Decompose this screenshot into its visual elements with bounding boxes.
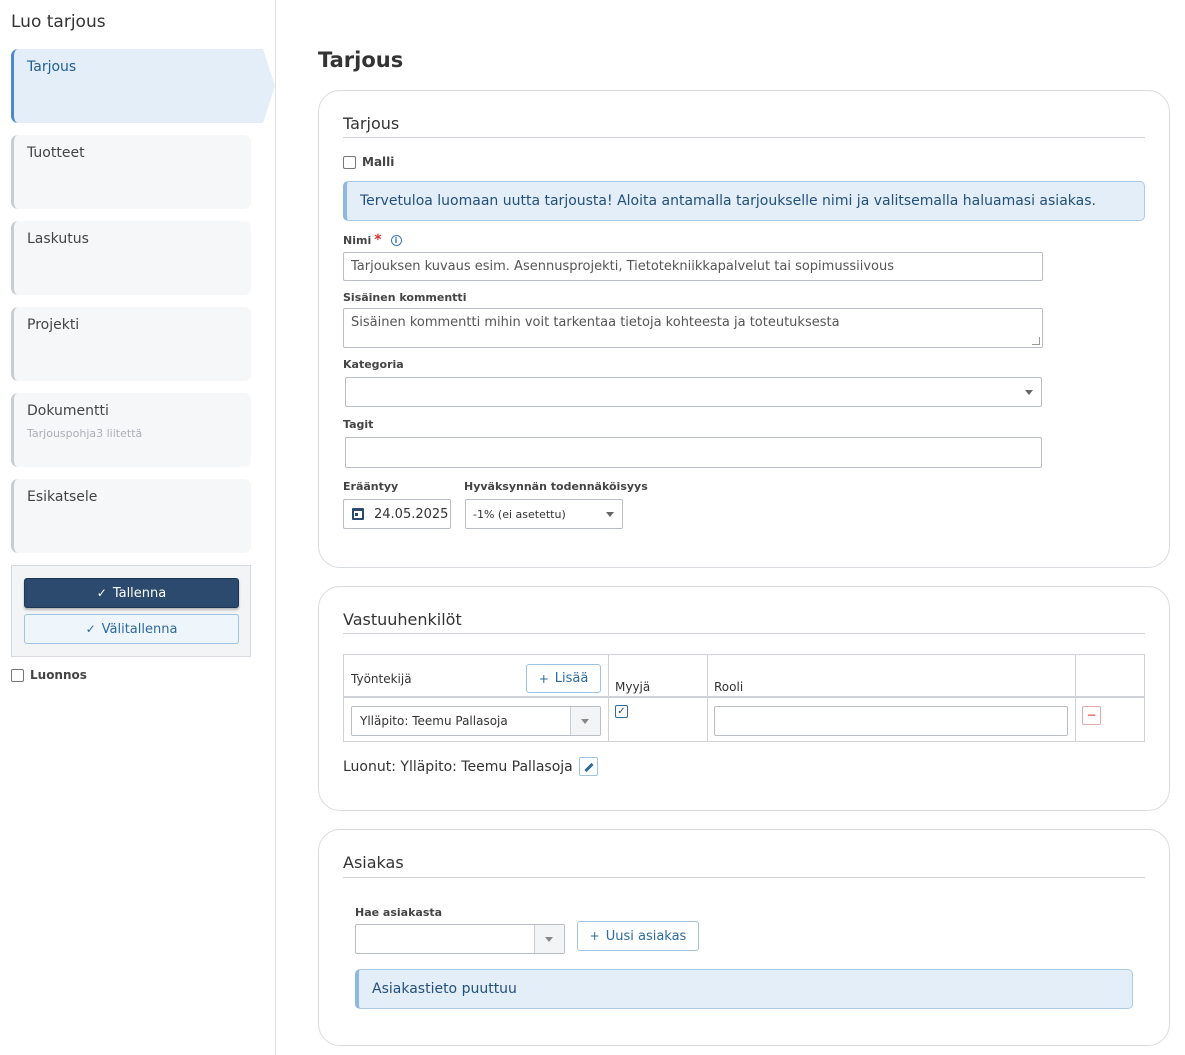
save-panel: ✓ Tallenna ✓ Välitallenna	[11, 565, 251, 657]
customer-card: Asiakas Hae asiakasta + Uusi asiakas Asi…	[318, 829, 1170, 1046]
sidebar-title: Luo tarjous	[11, 12, 106, 32]
comment-textarea[interactable]: Sisäinen kommentti mihin voit tarkentaa …	[343, 308, 1043, 348]
step-products[interactable]: Tuotteet	[11, 135, 251, 209]
offer-card-title: Tarjous	[343, 114, 400, 133]
page-title: Tarjous	[318, 48, 404, 72]
table-header	[344, 655, 1144, 698]
comment-placeholder: Sisäinen kommentti mihin voit tarkentaa …	[351, 315, 840, 330]
step-label: Projekti	[27, 317, 80, 333]
role-input[interactable]	[714, 706, 1068, 736]
step-offer[interactable]: Tarjous	[11, 49, 275, 123]
save-button-label: Tallenna	[112, 585, 167, 601]
customer-missing-notice: Asiakastieto puuttuu	[355, 969, 1133, 1009]
edit-creator-button[interactable]	[579, 757, 598, 776]
template-label: Malli	[362, 155, 395, 169]
customer-card-title: Asiakas	[343, 853, 404, 872]
due-label: Erääntyy	[343, 480, 399, 493]
step-label: Tuotteet	[27, 145, 85, 161]
divider	[343, 877, 1145, 878]
remove-row-button[interactable]: −	[1082, 706, 1101, 725]
intermediate-save-button[interactable]: ✓ Välitallenna	[24, 614, 239, 644]
template-checkbox[interactable]	[343, 155, 356, 169]
category-label: Kategoria	[343, 358, 404, 371]
plus-icon: +	[589, 929, 600, 943]
welcome-notice: Tervetuloa luomaan uutta tarjousta! Aloi…	[343, 181, 1145, 221]
name-input[interactable]: Tarjouksen kuvaus esim. Asennusprojekti,…	[343, 252, 1043, 281]
add-employee-label: Lisää	[554, 671, 589, 686]
dropdown-button[interactable]	[534, 925, 564, 953]
chevron-down-icon	[1025, 390, 1033, 395]
due-date-input[interactable]: 24.05.2025	[343, 499, 451, 529]
step-document[interactable]: Dokumentti Tarjouspohja3 liitettä	[11, 393, 251, 467]
new-customer-button[interactable]: + Uusi asiakas	[577, 921, 699, 951]
employee-value: Ylläpito: Teemu Pallasoja	[360, 714, 508, 728]
probability-label: Hyväksynnän todennäköisyys	[464, 480, 648, 493]
required-mark: *	[374, 232, 382, 248]
name-label: Nimi * i	[343, 232, 402, 248]
step-project[interactable]: Projekti	[11, 307, 251, 381]
new-customer-label: Uusi asiakas	[605, 928, 687, 944]
employee-select[interactable]: Ylläpito: Teemu Pallasoja	[351, 706, 601, 736]
column-divider	[1075, 655, 1076, 741]
due-date-value: 24.05.2025	[374, 506, 449, 522]
draft-checkbox[interactable]	[11, 668, 24, 682]
calendar-icon[interactable]	[352, 508, 364, 520]
step-billing[interactable]: Laskutus	[11, 221, 251, 295]
column-divider	[608, 655, 609, 741]
step-label: Tarjous	[27, 59, 77, 75]
step-sublabel: Tarjouspohja3 liitettä	[27, 427, 143, 440]
probability-value: -1% (ei asetettu)	[473, 507, 566, 521]
minus-icon: −	[1086, 708, 1097, 722]
customer-search-label: Hae asiakasta	[355, 906, 443, 919]
responsible-card-title: Vastuuhenkilöt	[343, 610, 462, 629]
col-employee: Työntekijä	[351, 672, 412, 686]
comment-label: Sisäinen kommentti	[343, 291, 467, 304]
info-icon[interactable]: i	[390, 235, 402, 246]
plus-icon: +	[538, 671, 549, 686]
step-label: Laskutus	[27, 231, 89, 247]
pencil-icon	[584, 762, 594, 773]
tags-input[interactable]	[345, 437, 1042, 468]
check-icon: ✓	[85, 622, 96, 636]
draft-label: Luonnos	[30, 668, 87, 682]
chevron-down-icon	[545, 937, 553, 942]
col-seller: Myyjä	[615, 680, 651, 694]
col-role: Rooli	[714, 680, 744, 694]
seller-checkbox[interactable]: ✓	[615, 705, 628, 718]
add-employee-button[interactable]: + Lisää	[526, 664, 601, 693]
offer-card: Tarjous Malli Tervetuloa luomaan uutta t…	[318, 90, 1170, 568]
check-icon: ✓	[96, 586, 107, 600]
step-preview[interactable]: Esikatsele	[11, 479, 251, 553]
resize-handle[interactable]	[1032, 337, 1040, 345]
column-divider	[707, 655, 708, 741]
divider	[343, 633, 1145, 634]
dropdown-button[interactable]	[570, 707, 600, 735]
category-select[interactable]	[345, 377, 1042, 407]
tags-label: Tagit	[343, 418, 374, 431]
intermediate-save-label: Välitallenna	[101, 621, 178, 637]
save-button[interactable]: ✓ Tallenna	[24, 578, 239, 608]
name-label-text: Nimi	[343, 234, 372, 247]
draft-toggle[interactable]: Luonnos	[11, 668, 87, 682]
step-label: Dokumentti	[27, 403, 109, 419]
responsible-card: Vastuuhenkilöt Työntekijä + Lisää Myyjä …	[318, 586, 1170, 811]
wizard-sidebar: Luo tarjous Tarjous Tuotteet Laskutus Pr…	[0, 0, 276, 1055]
step-label: Esikatsele	[27, 489, 98, 505]
divider	[343, 137, 1145, 138]
template-toggle[interactable]: Malli	[343, 155, 394, 169]
responsible-table: Työntekijä + Lisää Myyjä Rooli Ylläpito:…	[343, 654, 1145, 742]
chevron-down-icon	[581, 719, 589, 724]
probability-select[interactable]: -1% (ei asetettu)	[465, 499, 623, 529]
chevron-down-icon	[606, 512, 614, 517]
created-by: Luonut: Ylläpito: Teemu Pallasoja	[343, 759, 573, 775]
customer-search-select[interactable]	[355, 924, 565, 954]
